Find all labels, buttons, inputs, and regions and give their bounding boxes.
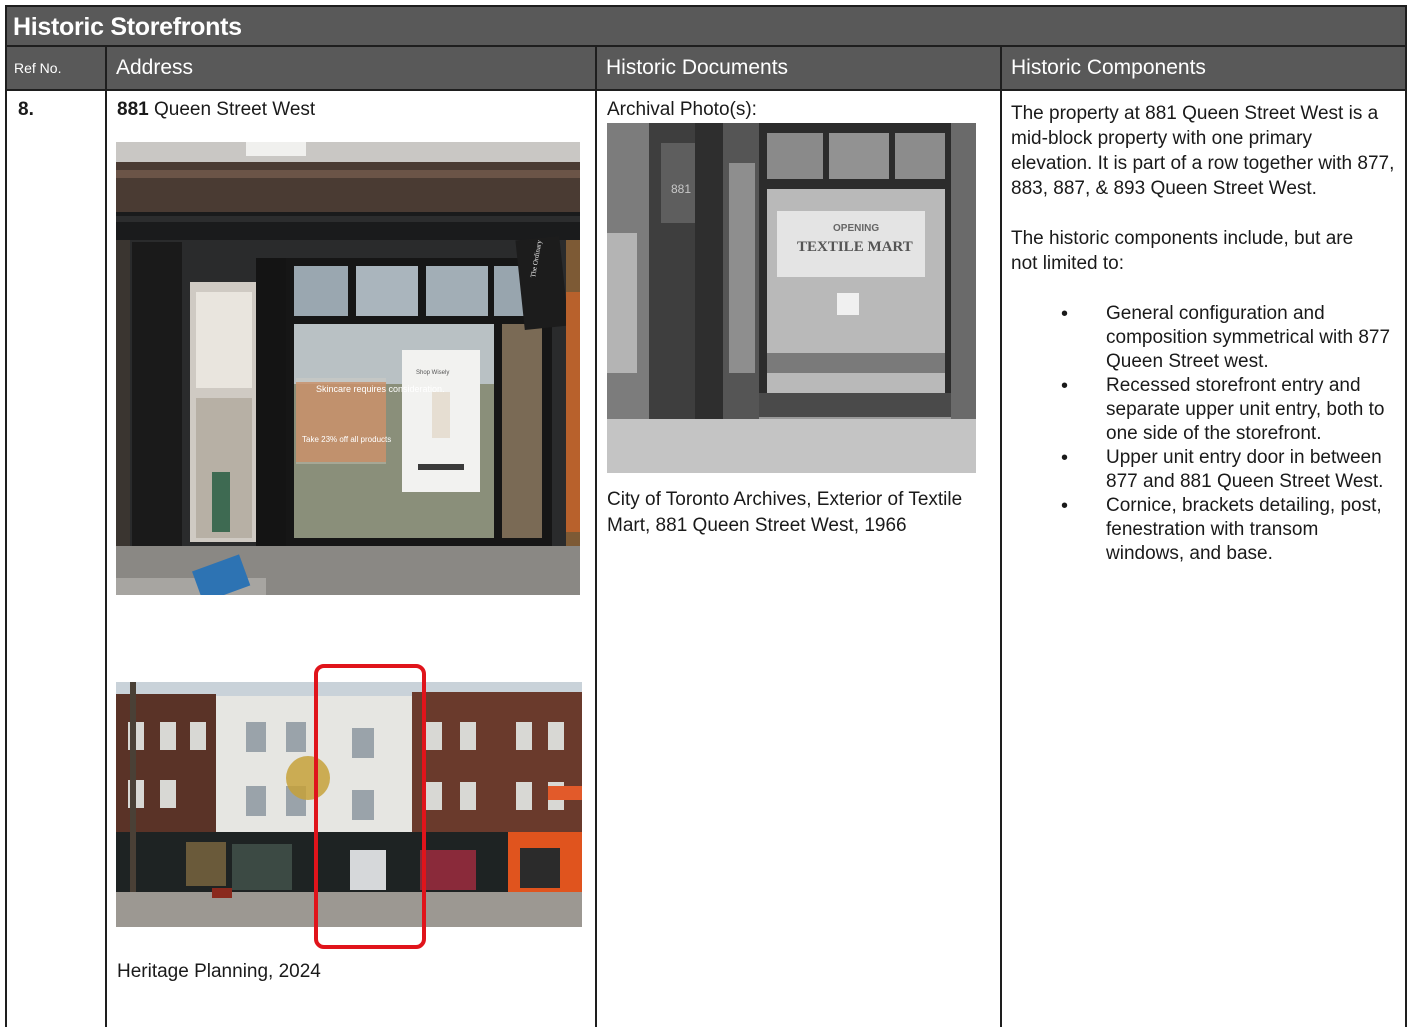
- storefront-photo: Skincare requires consideration. Take 23…: [116, 142, 580, 595]
- components-text: The property at 881 Queen Street West is…: [1011, 101, 1396, 566]
- storefront-poster-text: Skincare requires consideration.: [316, 384, 445, 394]
- ref-cell: 8.: [7, 91, 105, 1027]
- table-title-bar: Historic Storefronts: [7, 7, 1405, 47]
- list-item: Recessed storefront entry and separate u…: [1011, 374, 1396, 446]
- historic-storefronts-table: Historic Storefronts Ref No. Address His…: [5, 5, 1407, 1027]
- header-address: Address: [105, 47, 595, 89]
- archival-label: Archival Photo(s):: [607, 99, 757, 120]
- archival-caption: City of Toronto Archives, Exterior of Te…: [607, 489, 963, 536]
- header-row: Ref No. Address Historic Documents Histo…: [7, 47, 1405, 91]
- components-intro: The property at 881 Queen Street West is…: [1011, 103, 1395, 199]
- table-title: Historic Storefronts: [13, 13, 242, 41]
- components-lead: The historic components include, but are…: [1011, 228, 1354, 274]
- components-list: General configuration and composition sy…: [1011, 302, 1396, 566]
- highlight-box: [314, 664, 426, 949]
- list-item: Cornice, brackets detailing, post, fenes…: [1011, 494, 1396, 566]
- address-street: Queen Street West: [148, 99, 316, 120]
- components-cell: The property at 881 Queen Street West is…: [1000, 91, 1405, 1027]
- archival-number-text: 881: [671, 182, 691, 196]
- storefront-poster-text-2: Take 23% off all products: [302, 435, 391, 444]
- archival-photo: 881 OPENING TEXTILE MART: [607, 123, 976, 473]
- address-cell: 881 Queen Street West Skincare requires …: [105, 91, 595, 1027]
- list-item: General configuration and composition sy…: [1011, 302, 1396, 374]
- archival-sign-text-2: TEXTILE MART: [797, 239, 913, 255]
- header-ref-no: Ref No.: [14, 60, 62, 76]
- header-historic-documents: Historic Documents: [595, 47, 1000, 89]
- address-text: 881 Queen Street West: [117, 99, 315, 121]
- list-item: Upper unit entry door in between 877 and…: [1011, 446, 1396, 494]
- storefront-poster-right-text: Shop Wisely: [416, 370, 449, 376]
- documents-cell: Archival Photo(s): 881 OPENING TEXTILE M…: [595, 91, 1000, 1027]
- photo-caption: Heritage Planning, 2024: [117, 961, 321, 982]
- header-historic-components: Historic Components: [1000, 47, 1405, 89]
- ref-number: 8.: [18, 99, 34, 120]
- archival-sign-text-1: OPENING: [833, 223, 879, 234]
- address-number: 881: [117, 99, 149, 120]
